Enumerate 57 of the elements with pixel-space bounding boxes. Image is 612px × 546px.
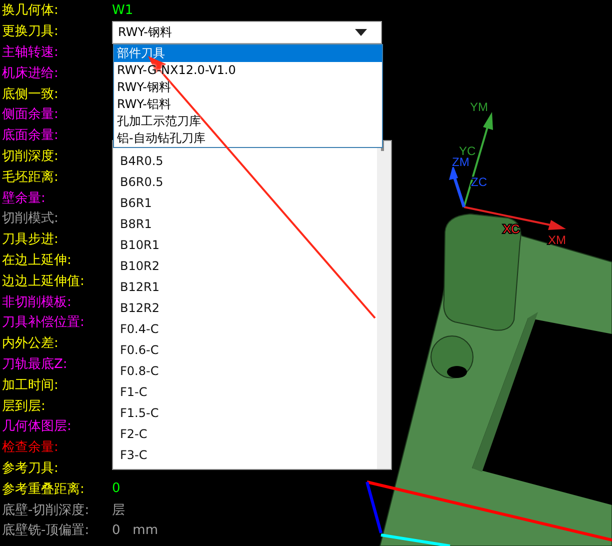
field-value: W1	[112, 2, 134, 18]
field-label: 几何体图层:	[1, 418, 72, 436]
tool-list-item[interactable]: B12R1	[113, 277, 377, 298]
field-label: 在边上延伸:	[1, 252, 72, 269]
dropdown-option[interactable]: 孔加工示范刀库	[114, 113, 382, 130]
field-label: 毛坯距离:	[1, 168, 60, 186]
tool-list-item[interactable]: B12R2	[113, 298, 377, 319]
field-label: 刀具补偿位置:	[1, 314, 86, 332]
axis-label: YM	[470, 100, 488, 114]
tool-dropdown[interactable]: RWY-钢料	[112, 20, 382, 44]
field-label: 参考刀具:	[1, 460, 60, 477]
tool-list-item[interactable]: F0.4-C	[113, 319, 377, 340]
axis-label: YC	[459, 144, 476, 158]
tool-list-item[interactable]: F3-C	[113, 445, 377, 466]
field-label: 刀具步进:	[1, 231, 60, 248]
field-label: 非切削模板:	[1, 294, 72, 311]
field-label: 检查余量:	[1, 439, 60, 456]
field-label: 底壁铣-顶偏置:	[1, 522, 90, 540]
tool-list-item[interactable]: F1.5-C	[113, 403, 377, 424]
field-label: 底侧一致:	[1, 86, 60, 103]
field-value: 0	[112, 481, 120, 496]
field-label: 底面余量:	[1, 127, 60, 144]
field-label: 壁余量:	[1, 190, 46, 207]
field-label: 内外公差:	[1, 335, 60, 352]
axis-label: ZM	[452, 155, 470, 169]
caret-icon	[355, 28, 367, 36]
field-label: 切削模式:	[1, 210, 60, 228]
field-label: 切削深度:	[1, 148, 60, 165]
dropdown-option[interactable]: RWY-钢料	[114, 79, 382, 96]
field-label: 底壁-切削深度:	[1, 502, 90, 519]
tool-list-item[interactable]: B6R1	[113, 193, 377, 214]
field-value: 层	[112, 502, 125, 519]
tool-list-item[interactable]: F0.8-C	[113, 361, 377, 382]
axis-label: XC	[503, 222, 520, 236]
field-label: 层到层:	[1, 398, 46, 415]
dropdown-option[interactable]: RWY-铝料	[114, 96, 382, 113]
tool-list-item[interactable]: B10R2	[113, 256, 377, 277]
tool-list-item[interactable]: F2-C	[113, 424, 377, 445]
field-label: 侧面余量:	[1, 106, 60, 124]
field-value: 0 mm	[112, 522, 158, 538]
tool-list-item[interactable]: B4R0.5	[113, 151, 377, 172]
dropdown-option[interactable]: 铝-自动钻孔刀库	[114, 130, 382, 147]
field-label: 刀轨最底Z:	[1, 356, 68, 373]
scrollbar[interactable]	[377, 141, 391, 469]
field-label: 参考重叠距离:	[1, 480, 86, 498]
field-label: 更换刀具:	[1, 23, 60, 40]
field-label: 主轴转速:	[1, 44, 60, 61]
field-label: 加工时间:	[1, 376, 60, 394]
tool-list-item[interactable]: B10R1	[113, 235, 377, 256]
field-label: 机床进给:	[1, 64, 60, 82]
tool-list-item[interactable]: F1-C	[113, 382, 377, 403]
tool-list-item[interactable]: B8R1	[113, 214, 377, 235]
tool-list-item[interactable]: F0.6-C	[113, 340, 377, 361]
axis-label: XM	[548, 233, 566, 247]
field-label: 边边上延伸值:	[1, 272, 86, 290]
tool-list-item[interactable]: B6R0.5	[113, 172, 377, 193]
field-label: 换几何体:	[1, 2, 60, 20]
